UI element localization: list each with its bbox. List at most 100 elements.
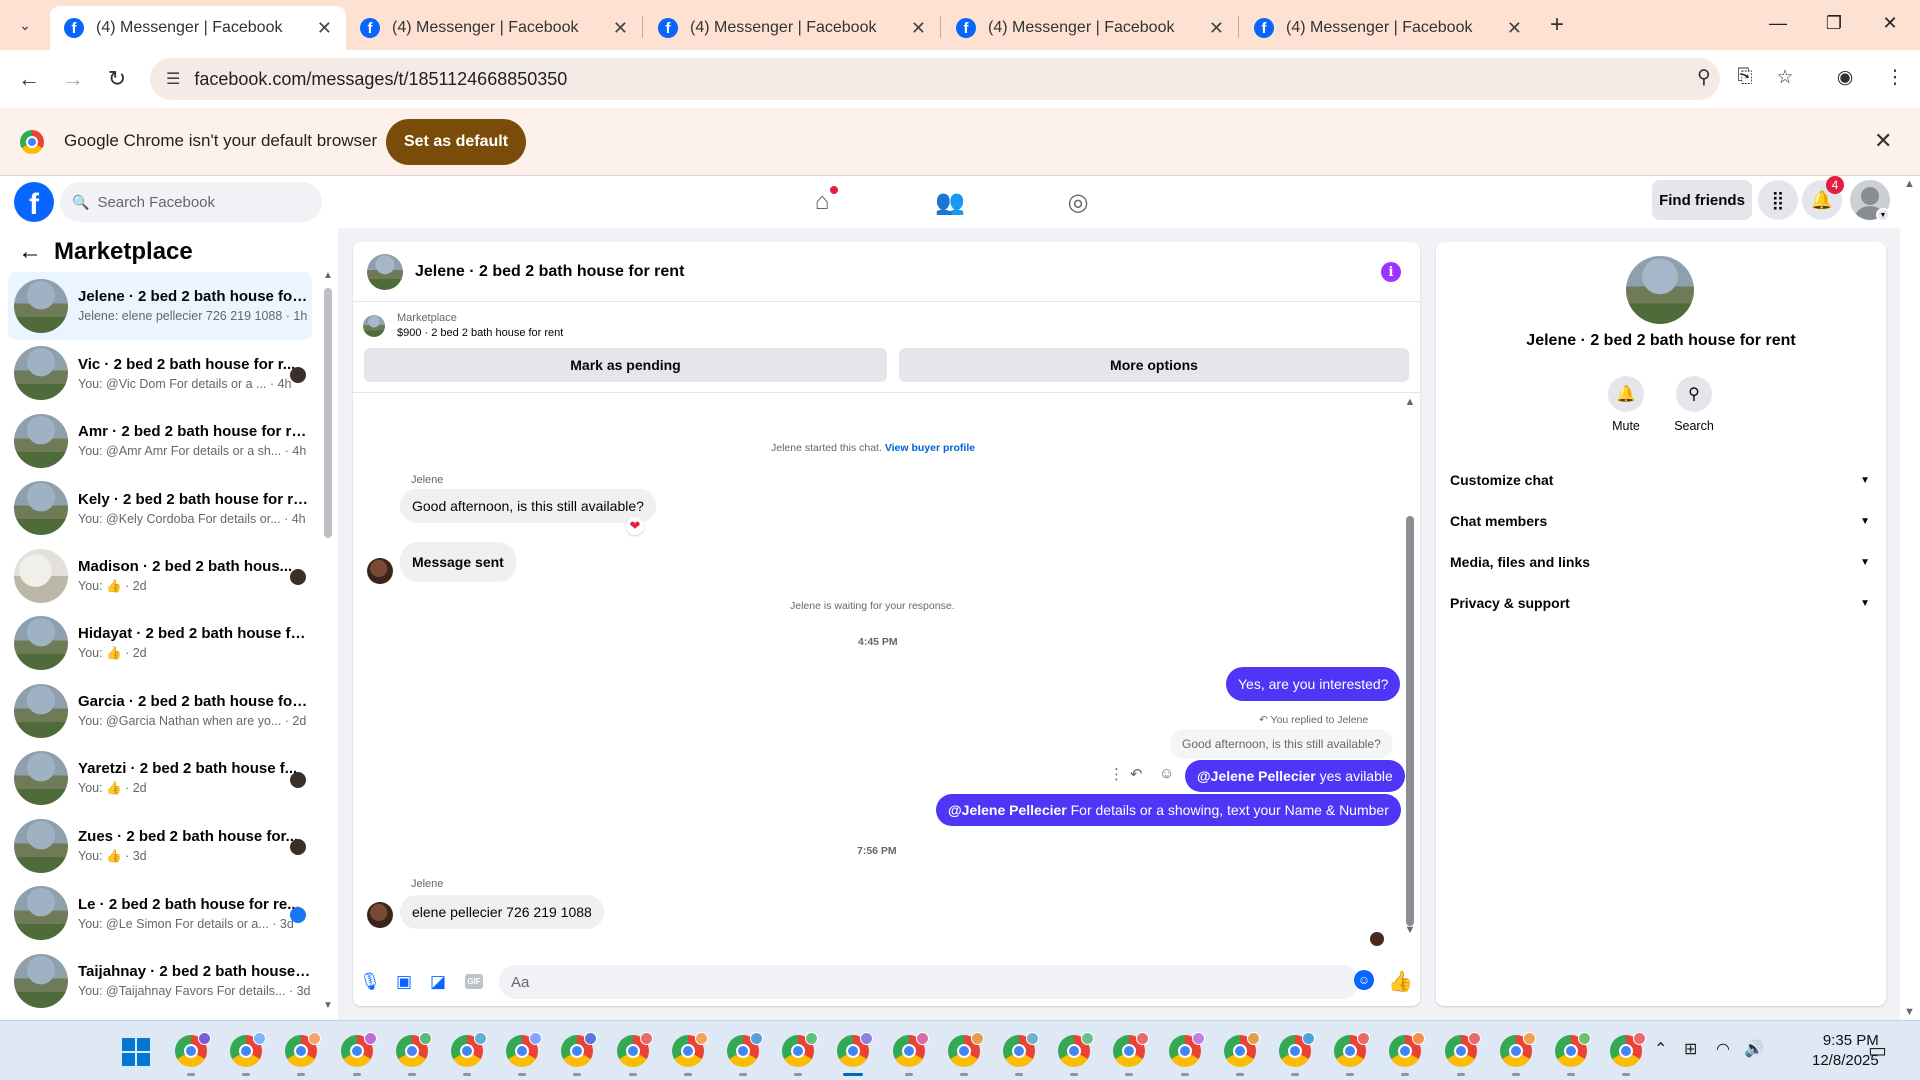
chat-members-row[interactable]: Chat members ▼ — [1450, 501, 1870, 541]
tab-close-icon[interactable]: ✕ — [911, 18, 926, 39]
avatar[interactable] — [367, 558, 393, 584]
browser-tab-2[interactable]: f (4) Messenger | Facebook ✕ — [346, 6, 642, 50]
privacy-support-row[interactable]: Privacy & support ▼ — [1450, 583, 1870, 623]
site-info-icon[interactable]: ☰ — [166, 69, 180, 89]
chevron-down-icon[interactable]: ▼ — [1876, 208, 1890, 222]
outgoing-message[interactable]: Yes, are you interested? — [1226, 667, 1401, 701]
groups-icon[interactable]: ◎ — [1058, 186, 1098, 218]
apps-grid-icon[interactable]: ⣿ — [1758, 180, 1798, 220]
windows-start-icon[interactable] — [122, 1038, 150, 1066]
forward-arrow-icon[interactable]: → — [56, 62, 90, 96]
reload-icon[interactable]: ↻ — [100, 62, 134, 96]
browser-tab-5[interactable]: f (4) Messenger | Facebook ✕ — [1240, 6, 1536, 50]
network-icon[interactable]: ⊞ — [1684, 1039, 1697, 1059]
image-icon[interactable]: ▣ — [392, 970, 416, 994]
conversation-item[interactable]: Taijahnay · 2 bed 2 bath house f... You: … — [8, 947, 312, 1015]
chrome-taskbar-icon[interactable] — [947, 1032, 984, 1076]
chrome-taskbar-icon[interactable] — [285, 1032, 322, 1076]
reply-icon[interactable]: ↶ — [1130, 765, 1143, 783]
browser-tab-4[interactable]: f (4) Messenger | Facebook ✕ — [942, 6, 1238, 50]
chrome-taskbar-icon[interactable] — [1334, 1032, 1371, 1076]
more-options-button[interactable]: More options — [899, 348, 1409, 382]
maximize-button[interactable]: ❐ — [1814, 8, 1854, 38]
url-text[interactable]: facebook.com/messages/t/1851124668850350 — [194, 69, 567, 90]
scrollbar-thumb[interactable] — [324, 288, 332, 538]
chrome-taskbar-icon[interactable] — [175, 1032, 211, 1076]
chrome-taskbar-icon[interactable] — [1058, 1032, 1095, 1076]
close-icon[interactable]: ✕ — [1874, 128, 1892, 154]
chrome-taskbar-icon[interactable] — [340, 1032, 377, 1076]
tab-close-icon[interactable]: ✕ — [613, 18, 628, 39]
new-tab-button[interactable]: + — [1542, 10, 1572, 40]
tab-close-icon[interactable]: ✕ — [1209, 18, 1224, 39]
listing-info[interactable]: Marketplace $900 · 2 bed 2 bath house fo… — [363, 312, 563, 339]
message-input[interactable]: Aa — [499, 965, 1359, 999]
chrome-taskbar-icon[interactable] — [1223, 1032, 1260, 1076]
close-window-button[interactable]: ✕ — [1870, 8, 1910, 38]
tab-search-icon[interactable]: ⌄ — [8, 12, 42, 38]
address-bar[interactable]: ☰ facebook.com/messages/t/18511246688503… — [150, 58, 1720, 100]
chrome-taskbar-icon[interactable] — [671, 1032, 708, 1076]
mention[interactable]: @Jelene Pellecier — [1197, 768, 1316, 784]
sticker-icon[interactable]: ◪ — [426, 970, 450, 994]
minimize-button[interactable]: — — [1758, 8, 1798, 38]
chrome-taskbar-icon[interactable] — [1444, 1032, 1481, 1076]
conversation-item[interactable]: Zues · 2 bed 2 bath house for... You: 👍 ·… — [8, 812, 312, 880]
chrome-taskbar-icon[interactable] — [230, 1032, 267, 1076]
chrome-taskbar-icon[interactable] — [451, 1032, 487, 1076]
scroll-down-icon[interactable]: ▼ — [322, 1000, 334, 1011]
tab-close-icon[interactable]: ✕ — [317, 18, 332, 39]
chrome-taskbar-icon[interactable] — [892, 1032, 929, 1076]
conversation-item[interactable]: Kely · 2 bed 2 bath house for rent You: @… — [8, 475, 312, 543]
avatar[interactable] — [367, 902, 393, 928]
chrome-taskbar-icon[interactable] — [506, 1032, 543, 1076]
chat-title[interactable]: Jelene · 2 bed 2 bath house for rent — [415, 263, 684, 281]
chrome-taskbar-icon[interactable] — [1555, 1032, 1591, 1076]
mic-icon[interactable]: 🎙 — [358, 970, 382, 994]
scroll-up-icon[interactable]: ▲ — [1904, 178, 1915, 190]
browser-tab-1[interactable]: f (4) Messenger | Facebook ✕ — [50, 6, 346, 50]
conversation-item[interactable]: Le · 2 bed 2 bath house for re... You: @L… — [8, 880, 312, 948]
conversation-item[interactable]: Jelene · 2 bed 2 bath house for ... Jelen… — [8, 272, 312, 340]
zoom-icon[interactable]: ⚲ — [1689, 62, 1719, 92]
chrome-taskbar-icon[interactable] — [837, 1032, 874, 1076]
install-icon[interactable]: ⎘ — [1730, 62, 1760, 92]
chevron-up-icon[interactable]: ⌃ — [1654, 1039, 1667, 1059]
scroll-down-icon[interactable]: ▼ — [1403, 924, 1417, 936]
find-friends-button[interactable]: Find friends — [1652, 180, 1752, 220]
quoted-message[interactable]: Good afternoon, is this still available? — [1170, 729, 1393, 759]
mark-as-pending-button[interactable]: Mark as pending — [364, 348, 887, 382]
conversation-item[interactable]: Madison · 2 bed 2 bath hous... You: 👍 · 2… — [8, 542, 312, 610]
conversation-item[interactable]: Yaretzi · 2 bed 2 bath house f... You: 👍 … — [8, 745, 312, 813]
incoming-message[interactable]: Good afternoon, is this still available? — [400, 489, 656, 523]
back-arrow-icon[interactable]: ← — [12, 62, 46, 96]
gif-icon[interactable]: GIF — [465, 974, 483, 989]
chrome-taskbar-icon[interactable] — [616, 1032, 653, 1076]
outgoing-message[interactable]: @Jelene Pellecier yes avilable — [1185, 760, 1405, 792]
emoji-icon[interactable]: ☺ — [1159, 765, 1174, 782]
set-as-default-button[interactable]: Set as default — [386, 119, 526, 165]
volume-icon[interactable]: 🔊 — [1744, 1039, 1764, 1059]
star-icon[interactable]: ☆ — [1770, 62, 1800, 92]
avatar[interactable] — [1626, 256, 1694, 324]
sidebar-scrollbar[interactable]: ▲ ▼ — [322, 270, 334, 1012]
mute-button[interactable]: 🔔 Mute — [1596, 376, 1656, 433]
menu-icon[interactable]: ⋮ — [1880, 62, 1910, 92]
back-arrow-icon[interactable]: ← — [18, 238, 42, 266]
friends-icon[interactable]: 👥 — [930, 186, 970, 218]
incoming-message[interactable]: elene pellecier 726 219 1088 — [400, 895, 604, 929]
scroll-up-icon[interactable]: ▲ — [1403, 396, 1417, 408]
tab-close-icon[interactable]: ✕ — [1507, 18, 1522, 39]
emoji-icon[interactable]: ☺ — [1354, 970, 1374, 990]
wifi-icon[interactable]: ◠ — [1716, 1039, 1730, 1059]
chrome-taskbar-icon[interactable] — [395, 1032, 432, 1076]
heart-icon[interactable]: ❤ — [626, 517, 644, 535]
customize-chat-row[interactable]: Customize chat ▼ — [1450, 460, 1870, 500]
scroll-down-icon[interactable]: ▼ — [1904, 1006, 1915, 1018]
avatar[interactable] — [367, 253, 403, 290]
scrollbar-thumb[interactable] — [1406, 516, 1414, 926]
chrome-taskbar-icon[interactable] — [1003, 1032, 1039, 1076]
notification-center-icon[interactable]: ▭ — [1868, 1038, 1887, 1063]
chrome-taskbar-icon[interactable] — [1499, 1032, 1536, 1076]
chrome-taskbar-icon[interactable] — [1610, 1032, 1647, 1076]
